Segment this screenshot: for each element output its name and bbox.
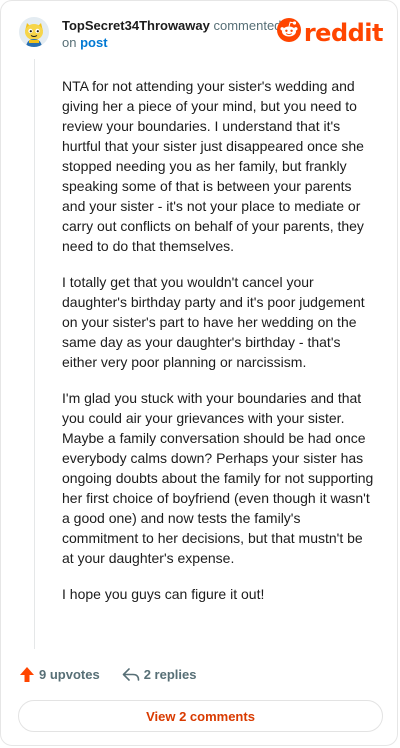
comment-meta: TopSecret34Throwaway commented on post (62, 17, 282, 51)
comment-paragraph: I'm glad you stuck with your boundaries … (62, 390, 374, 566)
reddit-snoo-icon (276, 18, 301, 47)
post-link[interactable]: post (80, 35, 107, 50)
upvote-button[interactable]: 9 upvotes (19, 666, 100, 683)
comment-actions: 9 upvotes 2 replies (19, 666, 196, 683)
replies-count: 2 replies (143, 667, 197, 682)
reddit-logo[interactable]: reddit (276, 18, 384, 47)
upvote-arrow-icon (19, 666, 35, 683)
upvote-count: 9 upvotes (39, 667, 100, 682)
comment-paragraph: I hope you guys can figure it out! (62, 586, 265, 602)
reply-arrow-icon (122, 667, 140, 683)
replies-button[interactable]: 2 replies (122, 667, 197, 683)
comment-header: TopSecret34Throwaway commented on post r… (19, 15, 384, 55)
comment-body: NTA for not attending your sister's wedd… (62, 76, 374, 620)
thread-line[interactable] (34, 59, 35, 649)
author-name[interactable]: TopSecret34Throwaway (62, 18, 210, 33)
reddit-wordmark: reddit (303, 18, 384, 47)
comment-card: TopSecret34Throwaway commented on post r… (0, 0, 398, 746)
view-comments-button[interactable]: View 2 comments (18, 700, 383, 732)
avatar-icon[interactable] (19, 17, 49, 47)
comment-paragraph: I totally get that you wouldn't cancel y… (62, 274, 365, 370)
comment-paragraph: NTA for not attending your sister's wedd… (62, 78, 364, 254)
